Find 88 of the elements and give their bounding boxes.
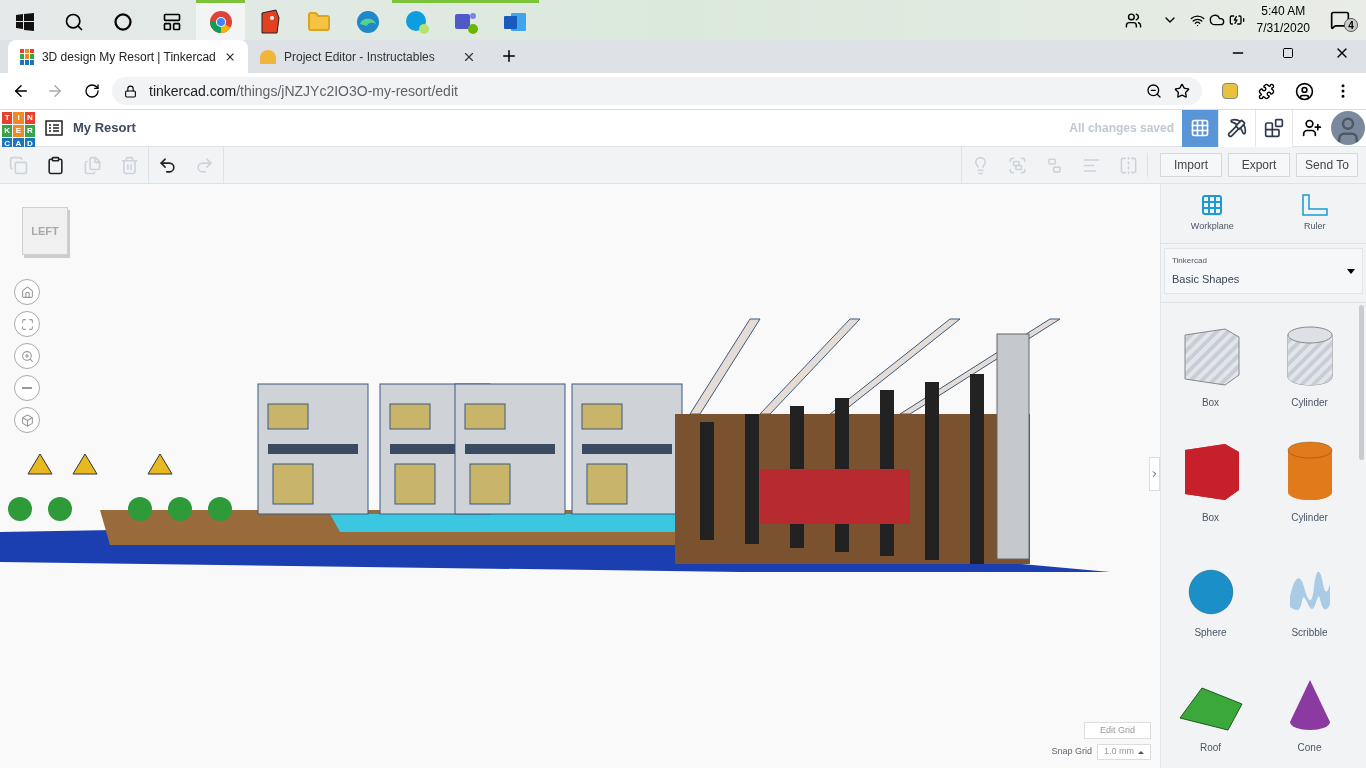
url-text: tinkercad.com/things/jNZJYc2IO3O-my-resort/edit: [149, 81, 459, 101]
list-icon[interactable]: [45, 120, 63, 136]
address-bar[interactable]: tinkercad.com/things/jNZJYc2IO3O-my-resort/edit: [112, 77, 1202, 105]
zoom-in-icon: [20, 349, 34, 363]
favicon-icon: [260, 49, 276, 64]
favicon-icon: [20, 48, 34, 65]
paste-icon: [46, 155, 65, 175]
task-view-icon[interactable]: [161, 11, 182, 32]
reload-icon[interactable]: [84, 83, 100, 99]
toolbar-button[interactable]: Import: [1160, 153, 1222, 177]
browser-tab[interactable]: 3D design My Resort | Tinkercad: [8, 40, 248, 73]
home-button[interactable]: [14, 279, 40, 305]
tinkercad-logo[interactable]: T I N K E R C A D: [2, 111, 35, 145]
delete-icon: [120, 155, 139, 175]
shape-library-dropdown[interactable]: Tinkercad Basic Shapes: [1164, 248, 1363, 294]
toolbar-button[interactable]: Export: [1228, 153, 1290, 177]
cloud-icon[interactable]: [1208, 12, 1225, 28]
toolbar-button[interactable]: Send To: [1296, 153, 1358, 177]
extensions-icon[interactable]: [1258, 82, 1275, 100]
edge-icon[interactable]: [355, 9, 380, 34]
battery-icon[interactable]: [1228, 12, 1245, 28]
grid-icon: [1200, 193, 1225, 218]
shape-label: Box: [1201, 511, 1220, 525]
mirror-icon: [1119, 155, 1138, 175]
profile-icon[interactable]: [1295, 81, 1314, 101]
fit-icon: [20, 317, 34, 331]
pickaxe-view-button[interactable]: [1219, 109, 1256, 147]
workplane-tool[interactable]: Workplane: [1161, 193, 1264, 234]
bricks-view-button[interactable]: [1256, 109, 1293, 147]
shape-label: Cylinder: [1291, 511, 1328, 525]
caret-up-icon: [1138, 750, 1144, 754]
clock-date[interactable]: 7/31/2020: [1256, 20, 1310, 37]
notifications-icon[interactable]: [1330, 10, 1350, 30]
shape-tile[interactable]: Box: [1161, 418, 1260, 533]
wifi-icon[interactable]: [1189, 12, 1205, 28]
save-status: All changes saved: [1069, 120, 1174, 137]
shape-label: Cylinder: [1291, 396, 1328, 410]
shape-tile[interactable]: Roof: [1161, 648, 1260, 763]
shape-label: Scribble: [1291, 626, 1328, 640]
ruler-icon: [1300, 193, 1329, 218]
restore-icon[interactable]: [1282, 47, 1294, 59]
shape-label: Cone: [1297, 741, 1322, 755]
shape-label: Box: [1201, 396, 1220, 410]
group-icon: [1008, 155, 1027, 175]
windows-logo-icon[interactable]: [15, 12, 34, 31]
browser-tab[interactable]: Project Editor - Instructables: [248, 40, 488, 73]
clock-time[interactable]: 5:40 AM: [1261, 3, 1306, 20]
shape-tile[interactable]: Sphere: [1161, 533, 1260, 648]
pickaxe-icon: [1227, 118, 1247, 138]
shape-tile[interactable]: Cone: [1260, 648, 1359, 763]
extension-icon[interactable]: [1222, 83, 1238, 99]
undo-icon: [158, 155, 177, 175]
bookmark-star-icon[interactable]: [1174, 83, 1190, 99]
perspective-button[interactable]: [14, 407, 40, 433]
caret-down-icon: [1347, 268, 1355, 274]
shape-tile[interactable]: Cylinder: [1260, 418, 1359, 533]
shape-label: Roof: [1199, 741, 1222, 755]
people-icon[interactable]: [1124, 11, 1142, 29]
shape-tile[interactable]: Cylinder: [1260, 303, 1359, 418]
chevron-right-icon: [1150, 468, 1159, 480]
circle-icon[interactable]: [113, 12, 132, 31]
back-icon[interactable]: [12, 82, 30, 100]
shape-tile[interactable]: Box: [1161, 303, 1260, 418]
scrollbar[interactable]: [1359, 305, 1364, 460]
chrome-icon[interactable]: [208, 9, 233, 34]
shape-label: Sphere: [1194, 626, 1227, 640]
tab-title: Project Editor - Instructables: [284, 48, 436, 66]
lock-icon: [124, 84, 137, 98]
snap-grid-label: Snap Grid: [1051, 745, 1092, 759]
copy-icon: [9, 155, 28, 175]
avatar[interactable]: [1331, 111, 1365, 145]
zoom-out-button[interactable]: [14, 375, 40, 401]
minus-icon: [22, 387, 32, 389]
bricks-icon: [1264, 118, 1284, 138]
ruler-tool[interactable]: Ruler: [1263, 193, 1366, 234]
redo-icon: [195, 155, 214, 175]
new-tab-icon[interactable]: [500, 47, 518, 65]
add-user-icon[interactable]: [1302, 118, 1322, 138]
grid-icon: [1190, 118, 1210, 138]
duplicate-icon: [83, 155, 102, 175]
home-icon: [20, 285, 34, 299]
tab-title: 3D design My Resort | Tinkercad: [41, 48, 216, 66]
notification-badge: 4: [1344, 18, 1358, 32]
ungroup-icon: [1045, 155, 1064, 175]
zoom-out-icon[interactable]: [1146, 83, 1162, 99]
search-icon[interactable]: [63, 11, 84, 32]
shape-tile[interactable]: Scribble: [1260, 533, 1359, 648]
design-title[interactable]: My Resort: [73, 118, 136, 138]
